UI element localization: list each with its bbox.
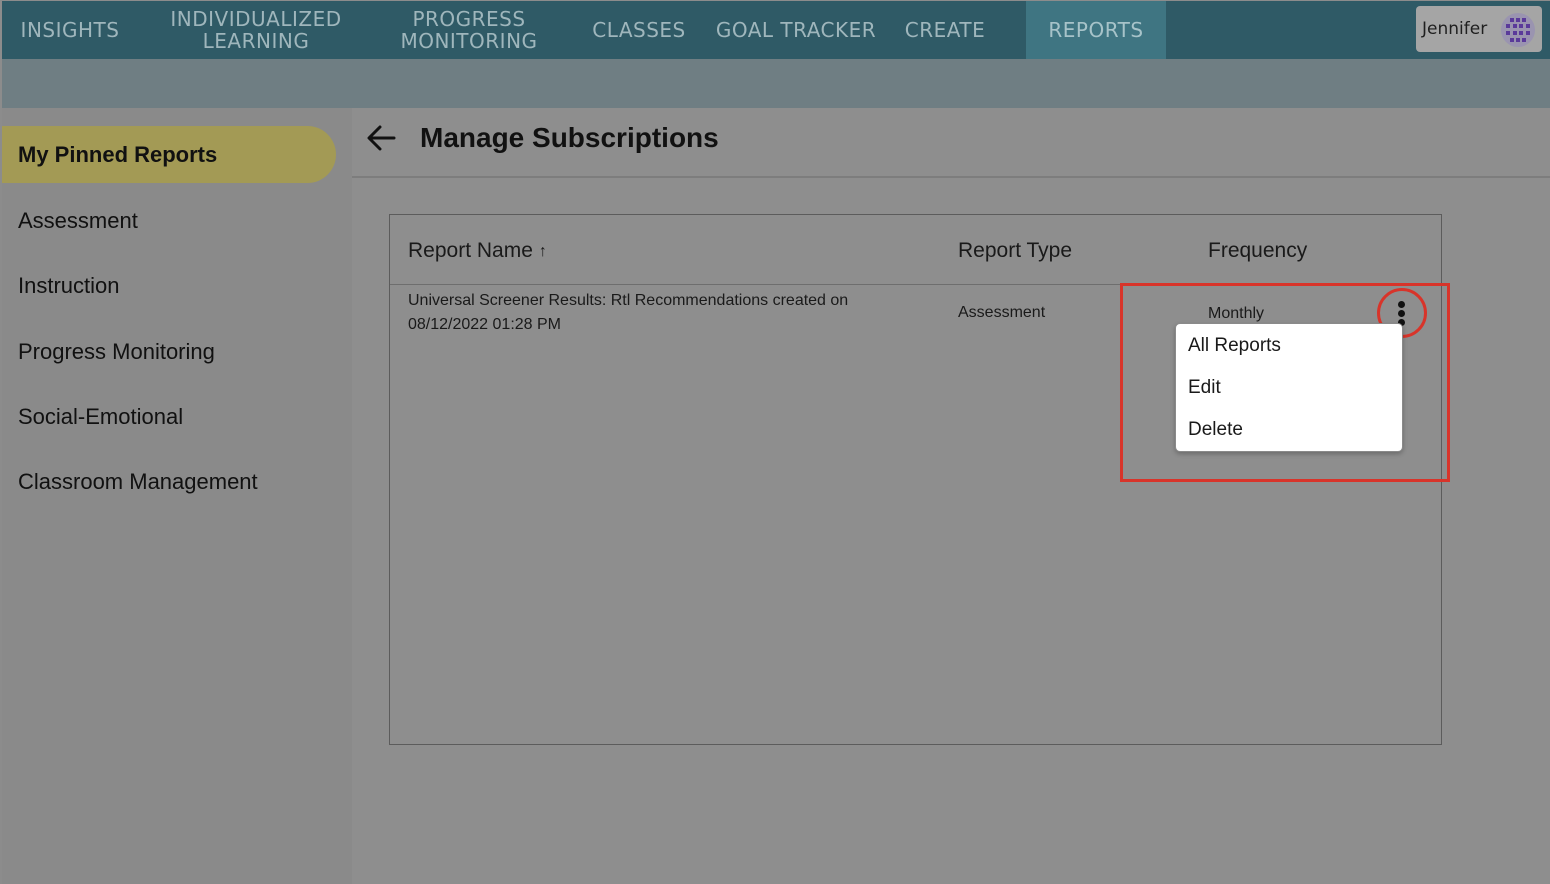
column-header-report-name[interactable]: Report Name ↑ — [408, 239, 547, 263]
sidebar-item-instruction[interactable]: Instruction — [18, 273, 120, 299]
report-name-line: Universal Screener Results: Rtl Recommen… — [408, 292, 849, 309]
nav-progress-monitoring[interactable]: PROGRESS MONITORING — [374, 1, 564, 59]
menu-item-delete[interactable]: Delete — [1188, 419, 1243, 441]
row-options-menu: All Reports Edit Delete — [1175, 323, 1403, 452]
nav-insights[interactable]: INSIGHTS — [2, 1, 138, 59]
main-content: Manage Subscriptions Report Name ↑ Report… — [352, 108, 1550, 884]
kebab-dot — [1398, 310, 1405, 317]
back-arrow-icon[interactable] — [364, 120, 400, 156]
page-header: Manage Subscriptions — [352, 108, 1550, 178]
sort-ascending-icon: ↑ — [538, 243, 547, 260]
report-type-cell: Assessment — [958, 304, 1046, 321]
user-menu-button[interactable]: Jennifer — [1416, 6, 1542, 52]
menu-item-edit[interactable]: Edit — [1188, 377, 1221, 399]
report-name-line: 08/12/2022 01:28 PM — [408, 316, 562, 333]
report-name-cell: Universal Screener Results: Rtl Recommen… — [408, 289, 848, 337]
nav-label-line2: MONITORING — [400, 29, 538, 53]
sidebar: My Pinned Reports Assessment Instruction… — [2, 108, 352, 884]
column-header-report-type[interactable]: Report Type — [958, 239, 1072, 263]
nav-reports[interactable]: REPORTS — [1026, 1, 1166, 59]
nav-label-line1: INDIVIDUALIZED — [170, 7, 342, 31]
nav-label-line2: LEARNING — [202, 29, 310, 53]
nav-classes[interactable]: CLASSES — [576, 1, 702, 59]
nav-individualized-learning[interactable]: INDIVIDUALIZED LEARNING — [148, 1, 364, 59]
top-nav: INSIGHTS INDIVIDUALIZED LEARNING PROGRES… — [2, 1, 1550, 59]
sidebar-item-label: My Pinned Reports — [18, 142, 218, 167]
page-title: Manage Subscriptions — [420, 122, 719, 153]
table-header: Report Name ↑ Report Type Frequency — [390, 215, 1441, 285]
avatar-icon — [1501, 13, 1535, 47]
nav-create[interactable]: CREATE — [890, 1, 1000, 59]
nav-goal-tracker[interactable]: GOAL TRACKER — [706, 1, 886, 59]
sidebar-item-progress-monitoring[interactable]: Progress Monitoring — [18, 339, 215, 365]
sidebar-item-social-emotional[interactable]: Social-Emotional — [18, 404, 183, 430]
column-header-label: Report Name — [408, 239, 533, 262]
nav-label-line1: PROGRESS — [412, 7, 526, 31]
sidebar-item-classroom-management[interactable]: Classroom Management — [18, 469, 258, 495]
kebab-dot — [1398, 301, 1405, 308]
sidebar-item-assessment[interactable]: Assessment — [18, 208, 138, 234]
menu-item-all-reports[interactable]: All Reports — [1188, 335, 1281, 357]
column-header-frequency[interactable]: Frequency — [1208, 239, 1307, 263]
sub-header-band — [2, 59, 1550, 108]
user-name: Jennifer — [1422, 19, 1488, 39]
